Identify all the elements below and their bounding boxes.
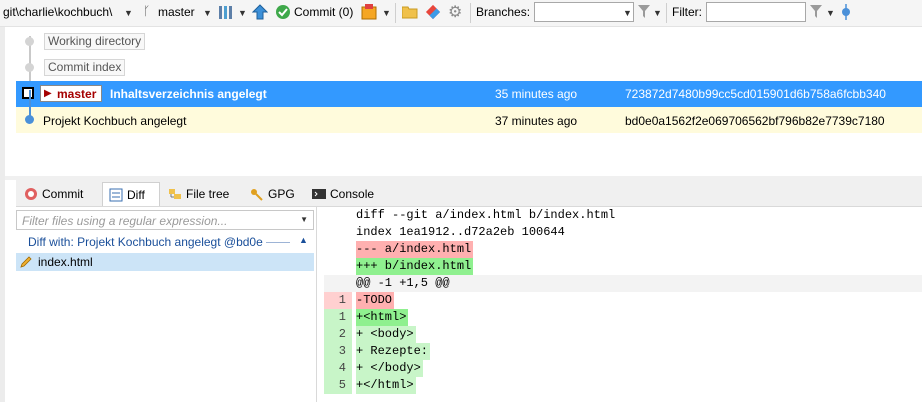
diff-new-file-line: +++ b/index.html bbox=[356, 258, 474, 275]
commit-index-label: Commit index bbox=[44, 59, 126, 76]
file-list-item[interactable]: index.html bbox=[16, 253, 314, 271]
diff-deleted-line: 1 -TODO bbox=[324, 292, 922, 309]
diff-old-file-line: --- a/index.html bbox=[356, 241, 474, 258]
commit-button[interactable]: Commit (0) bbox=[294, 5, 353, 19]
line-number: 5 bbox=[324, 377, 352, 394]
commit-row-selected[interactable]: ▶ master Inhaltsverzeichnis angelegt 35 … bbox=[16, 81, 922, 107]
branch-selector[interactable]: master bbox=[158, 5, 195, 19]
diff-header-line: diff --git a/index.html b/index.html bbox=[356, 208, 616, 222]
branches-label: Branches: bbox=[476, 5, 531, 19]
arrow-up-icon[interactable] bbox=[252, 4, 268, 21]
pull-icon[interactable] bbox=[218, 4, 236, 22]
branch-tag-label: master bbox=[57, 87, 97, 101]
filter-label: Filter: bbox=[672, 5, 702, 19]
file-tree-tab-icon bbox=[169, 189, 181, 199]
diff-added-line: 2 + <body> bbox=[324, 326, 922, 343]
line-number: 1 bbox=[324, 292, 352, 309]
commit-message: Projekt Kochbuch angelegt bbox=[43, 114, 187, 128]
collapse-icon[interactable]: ▲ bbox=[299, 235, 308, 245]
line-number: 1 bbox=[324, 309, 352, 326]
toolbar-divider bbox=[666, 3, 667, 23]
branch-icon[interactable] bbox=[840, 4, 852, 20]
diff-hunk-line: @@ -1 +1,5 @@ bbox=[324, 275, 922, 292]
branch-icon: ᚴ bbox=[143, 4, 151, 18]
chevron-down-icon[interactable]: ▼ bbox=[382, 8, 391, 18]
toolbar-divider bbox=[470, 3, 471, 23]
diff-tab-icon bbox=[109, 188, 123, 202]
line-number: 2 bbox=[324, 326, 352, 343]
detail-tabs: Commit Diff File tree GPG Console bbox=[16, 180, 922, 207]
commit-index-row[interactable]: Commit index bbox=[16, 54, 922, 80]
pencil-icon bbox=[20, 256, 32, 268]
filter-funnel-icon[interactable] bbox=[638, 5, 650, 19]
chevron-down-icon[interactable]: ▼ bbox=[300, 215, 308, 224]
graph-node bbox=[25, 37, 34, 46]
commit-date: 37 minutes ago bbox=[495, 114, 578, 128]
tab-gpg[interactable]: GPG bbox=[244, 182, 302, 206]
revision-grid[interactable]: Working directory Commit index ▶ master … bbox=[16, 28, 922, 176]
graph-line bbox=[29, 90, 31, 118]
toolbar-divider bbox=[395, 3, 396, 23]
commit-check-icon[interactable] bbox=[275, 4, 291, 20]
diff-added-line: 3 + Rezepte: bbox=[324, 343, 922, 360]
working-directory-row[interactable]: Working directory bbox=[16, 28, 922, 54]
commit-tab-icon bbox=[25, 188, 37, 200]
commit-hash: bd0e0a1562f2e069706562bf796b82e7739c7180 bbox=[625, 114, 885, 128]
commit-message: Inhaltsverzeichnis angelegt bbox=[110, 87, 267, 101]
chevron-down-icon[interactable]: ▼ bbox=[653, 8, 662, 18]
line-number: 4 bbox=[324, 360, 352, 377]
diff-added-line: 5 +</html> bbox=[324, 377, 922, 394]
stash-icon[interactable] bbox=[361, 3, 379, 21]
branch-arrow-icon: ▶ bbox=[44, 88, 52, 99]
diff-added-line: 4 + </body> bbox=[324, 360, 922, 377]
open-folder-icon[interactable] bbox=[402, 5, 418, 19]
diff-view[interactable]: diff --git a/index.html b/index.html ind… bbox=[324, 207, 922, 402]
chevron-down-icon[interactable]: ▼ bbox=[238, 8, 247, 18]
header-rule bbox=[266, 242, 290, 243]
filter-funnel-icon[interactable] bbox=[810, 5, 822, 19]
tab-console[interactable]: Console bbox=[306, 182, 386, 206]
left-gutter bbox=[0, 27, 5, 402]
file-filter-input[interactable]: Filter files using a regular expression.… bbox=[16, 210, 314, 230]
tab-diff[interactable]: Diff bbox=[102, 182, 160, 206]
diff-with-header[interactable]: Diff with: Projekt Kochbuch angelegt @bd… bbox=[16, 232, 314, 252]
commit-row[interactable]: Projekt Kochbuch angelegt 37 minutes ago… bbox=[16, 107, 922, 133]
chevron-down-icon[interactable]: ▼ bbox=[124, 8, 133, 18]
commit-hash: 723872d7480b99cc5cd015901d6b758a6fcbb340 bbox=[625, 87, 886, 101]
tab-file-tree[interactable]: File tree bbox=[162, 182, 242, 206]
working-directory-label: Working directory bbox=[44, 33, 146, 50]
toolbar: git\charlie\kochbuch\ ▼ ᚴ master ▼ ▼ Com… bbox=[0, 0, 922, 27]
settings-gear-icon[interactable]: ⚙ bbox=[448, 2, 462, 22]
diff-added-line: 1 +<html> bbox=[324, 309, 922, 326]
file-list-panel: Filter files using a regular expression.… bbox=[16, 207, 317, 402]
graph-node bbox=[25, 63, 34, 72]
key-icon bbox=[251, 189, 263, 201]
chevron-down-icon[interactable]: ▼ bbox=[203, 8, 212, 18]
line-number: 3 bbox=[324, 343, 352, 360]
branch-tag[interactable]: ▶ master bbox=[40, 85, 102, 102]
tab-commit[interactable]: Commit bbox=[18, 182, 100, 206]
filter-input[interactable] bbox=[706, 2, 806, 22]
repository-path[interactable]: git\charlie\kochbuch\ bbox=[3, 5, 112, 19]
commit-date: 35 minutes ago bbox=[495, 87, 578, 101]
branches-input[interactable] bbox=[534, 2, 634, 22]
console-icon bbox=[312, 189, 326, 199]
chevron-down-icon[interactable]: ▼ bbox=[623, 8, 632, 18]
git-diamond-icon[interactable] bbox=[425, 4, 441, 20]
diff-header-line: index 1ea1912..d72a2eb 100644 bbox=[356, 225, 565, 239]
chevron-down-icon[interactable]: ▼ bbox=[826, 8, 835, 18]
graph-node-square bbox=[22, 87, 34, 99]
